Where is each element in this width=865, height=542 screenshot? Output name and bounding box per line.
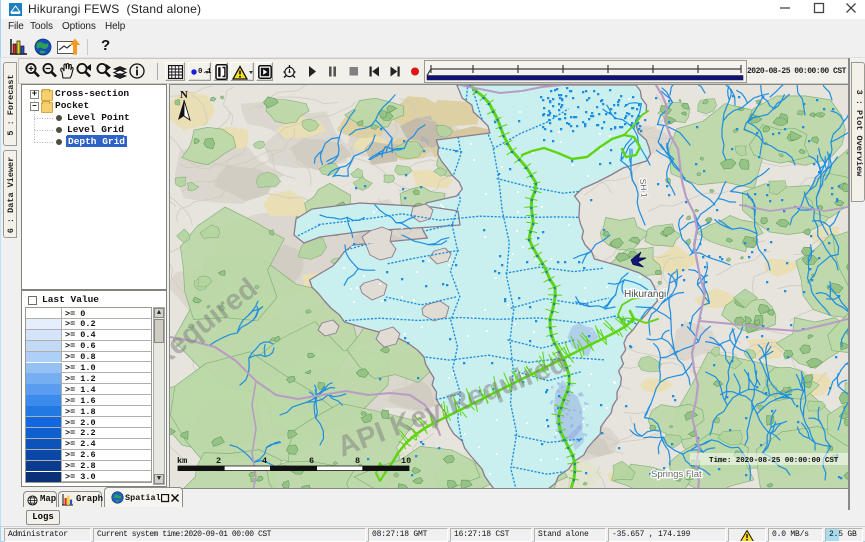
svg-text:N: N	[180, 89, 188, 101]
svg-text:4: 4	[262, 456, 267, 466]
svg-text:Time: 2020-08-25 00:00:00 CST: Time: 2020-08-25 00:00:00 CST	[709, 457, 839, 465]
svg-text:km: km	[177, 456, 187, 466]
svg-text:2: 2	[216, 456, 221, 466]
svg-text:Springs Flat: Springs Flat	[651, 469, 702, 480]
svg-text:6: 6	[309, 456, 314, 466]
svg-text:Hikurangi: Hikurangi	[624, 289, 666, 300]
svg-text:SH 1: SH 1	[638, 178, 650, 198]
svg-text:10: 10	[401, 456, 411, 466]
svg-text:8: 8	[355, 456, 360, 466]
